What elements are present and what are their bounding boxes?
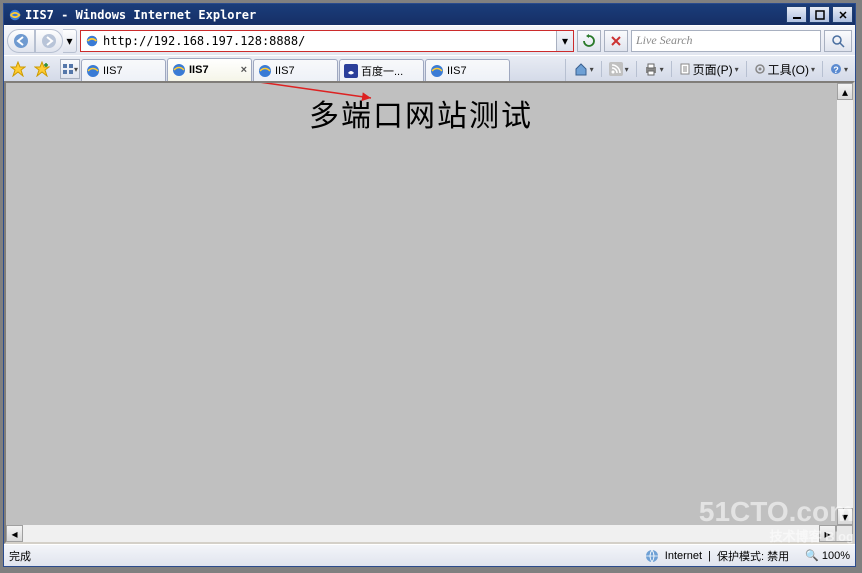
vertical-scrollbar[interactable]: ▴ ▾ <box>836 83 853 525</box>
search-button[interactable] <box>824 30 852 52</box>
ie-favicon <box>8 8 22 22</box>
tab-4[interactable]: IIS7 <box>425 59 510 81</box>
scroll-track[interactable] <box>837 100 853 508</box>
scroll-up-button[interactable]: ▴ <box>837 83 853 100</box>
tab-0[interactable]: IIS7 <box>81 59 166 81</box>
tab-1[interactable]: IIS7 × <box>167 58 252 81</box>
forward-button[interactable] <box>35 29 63 53</box>
tab-label: IIS7 <box>275 65 295 77</box>
scroll-left-button[interactable]: ◂ <box>6 525 23 542</box>
close-button[interactable] <box>832 6 853 23</box>
grid-icon <box>62 63 74 75</box>
svg-text:?: ? <box>833 65 839 75</box>
nav-bar: ▾ http://192.168.197.128:8888/ ▾ Live Se… <box>4 25 855 55</box>
status-mode: 保护模式: 禁用 <box>717 548 789 564</box>
scroll-right-button[interactable]: ▸ <box>819 525 836 542</box>
browser-window: IIS7 - Windows Internet Explorer ▾ http:… <box>3 3 856 567</box>
search-box[interactable]: Live Search <box>631 30 821 52</box>
refresh-button[interactable] <box>577 30 601 52</box>
tab-label: 百度一... <box>361 63 403 79</box>
rss-icon <box>609 62 623 76</box>
page-heading: 多端口网站测试 <box>6 83 836 135</box>
page-menu-label: 页面(P) <box>693 61 733 78</box>
window-title: IIS7 - Windows Internet Explorer <box>25 8 256 22</box>
print-button[interactable]: ▾ <box>640 59 668 79</box>
address-bar[interactable]: http://192.168.197.128:8888/ <box>81 31 556 51</box>
status-zoom[interactable]: 🔍 100% <box>805 549 850 562</box>
home-button[interactable]: ▾ <box>570 59 598 79</box>
status-text: 完成 <box>9 548 31 564</box>
ie-icon <box>430 64 444 78</box>
tools-menu-label: 工具(O) <box>768 61 809 78</box>
ie-icon <box>172 63 186 77</box>
title-bar: IIS7 - Windows Internet Explorer <box>4 4 855 25</box>
favorites-button[interactable] <box>7 59 29 79</box>
page-menu[interactable]: 页面(P)▾ <box>675 59 743 79</box>
status-bar: 完成 Internet | 保护模式: 禁用 🔍 100% <box>4 544 855 566</box>
print-icon <box>644 62 658 76</box>
search-icon <box>831 34 845 48</box>
nav-history-dropdown[interactable]: ▾ <box>63 29 77 53</box>
stop-button[interactable] <box>604 30 628 52</box>
gear-icon <box>754 63 766 75</box>
tab-close[interactable]: × <box>241 64 247 76</box>
scroll-track-h[interactable] <box>23 525 819 542</box>
tab-label: IIS7 <box>447 65 467 77</box>
star-icon <box>10 61 26 77</box>
baidu-icon <box>344 64 358 78</box>
horizontal-scrollbar[interactable]: ◂ ▸ <box>6 525 853 542</box>
tabs-list-button[interactable]: ▾ <box>60 59 80 79</box>
address-bar-highlight: http://192.168.197.128:8888/ ▾ <box>80 30 574 52</box>
internet-zone-icon <box>645 549 659 563</box>
add-favorite-button[interactable] <box>31 59 53 79</box>
maximize-button[interactable] <box>809 6 830 23</box>
back-button[interactable] <box>7 29 35 53</box>
page-content: 多端口网站测试 <box>6 83 836 525</box>
tab-label: IIS7 <box>103 65 123 77</box>
home-icon <box>574 62 588 76</box>
ie-icon <box>258 64 272 78</box>
ie-icon <box>86 64 100 78</box>
star-plus-icon <box>34 61 50 77</box>
page-favicon <box>85 34 99 48</box>
page-icon <box>679 63 691 75</box>
search-placeholder: Live Search <box>636 33 693 48</box>
help-button[interactable]: ?▾ <box>826 59 852 79</box>
tabs-bar: ▾ IIS7 IIS7 × IIS7 百度一... IIS7 ▾ ▾ ▾ 页面(P)▾ 工… <box>4 55 855 81</box>
status-internet: Internet <box>665 550 702 562</box>
tools-menu[interactable]: 工具(O)▾ <box>750 59 819 79</box>
minimize-button[interactable] <box>786 6 807 23</box>
help-icon: ? <box>830 63 842 75</box>
address-dropdown[interactable]: ▾ <box>556 31 573 51</box>
feeds-button[interactable]: ▾ <box>605 59 633 79</box>
tab-2[interactable]: IIS7 <box>253 59 338 81</box>
address-url: http://192.168.197.128:8888/ <box>103 34 305 48</box>
tab-3[interactable]: 百度一... <box>339 59 424 81</box>
tab-label: IIS7 <box>189 64 209 76</box>
content-frame: 多端口网站测试 ▴ ▾ ◂ ▸ <box>4 81 855 544</box>
scroll-corner <box>836 525 853 542</box>
scroll-down-button[interactable]: ▾ <box>837 508 853 525</box>
